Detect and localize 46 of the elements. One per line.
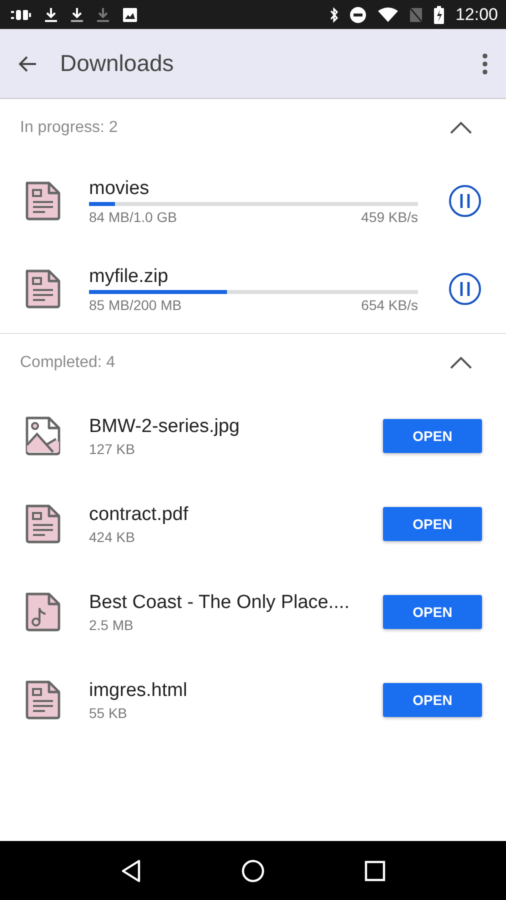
file-size: 424 KB [89, 528, 136, 544]
section-header: Completed: 4 [20, 354, 116, 372]
file-size: 2.5 MB [89, 616, 134, 632]
file-size: 127 KB [89, 440, 136, 456]
open-button[interactable]: OPEN [383, 595, 482, 629]
file-name: imgres.html [89, 680, 188, 702]
file-name: myfile.zip [89, 266, 170, 288]
download-speed: 459 KB/s [361, 208, 418, 224]
clock: 12:00 [455, 4, 498, 24]
image-file-icon [24, 415, 62, 457]
pause-button[interactable] [448, 184, 482, 218]
section-header: In progress: 2 [20, 119, 118, 137]
file-size: 85 MB/200 MB [89, 296, 182, 312]
image-icon [122, 6, 138, 22]
collapse-button[interactable] [449, 121, 473, 135]
download-speed: 654 KB/s [361, 296, 418, 312]
document-file-icon [24, 180, 62, 222]
file-name: movies [89, 178, 150, 200]
collapse-button[interactable] [449, 356, 473, 370]
file-name: Best Coast - The Only Place.... [89, 592, 350, 614]
document-file-icon [24, 503, 62, 545]
battery-icon [433, 6, 446, 24]
document-file-icon [24, 679, 62, 721]
more-options-button[interactable] [482, 52, 488, 74]
signal-icon [409, 6, 424, 22]
open-button[interactable]: OPEN [383, 507, 482, 541]
open-button[interactable]: OPEN [383, 419, 482, 453]
file-name: BMW-2-series.jpg [89, 416, 241, 438]
download-icon [70, 6, 84, 22]
recents-button[interactable] [364, 860, 386, 882]
pause-button[interactable] [448, 272, 482, 306]
notification-icon [10, 8, 32, 22]
back-nav-button[interactable] [120, 858, 142, 882]
file-name: contract.pdf [89, 504, 190, 526]
download-icon [96, 6, 110, 22]
do-not-disturb-icon [349, 6, 368, 24]
home-button[interactable] [240, 858, 265, 882]
wifi-icon [377, 6, 400, 22]
document-file-icon [24, 268, 62, 310]
bluetooth-icon [329, 6, 340, 22]
file-size: 55 KB [89, 704, 128, 720]
music-file-icon [24, 591, 62, 633]
page-title: Downloads [60, 50, 175, 77]
download-icon [44, 6, 58, 22]
open-button[interactable]: OPEN [383, 683, 482, 717]
file-size: 84 MB/1.0 GB [89, 208, 177, 224]
